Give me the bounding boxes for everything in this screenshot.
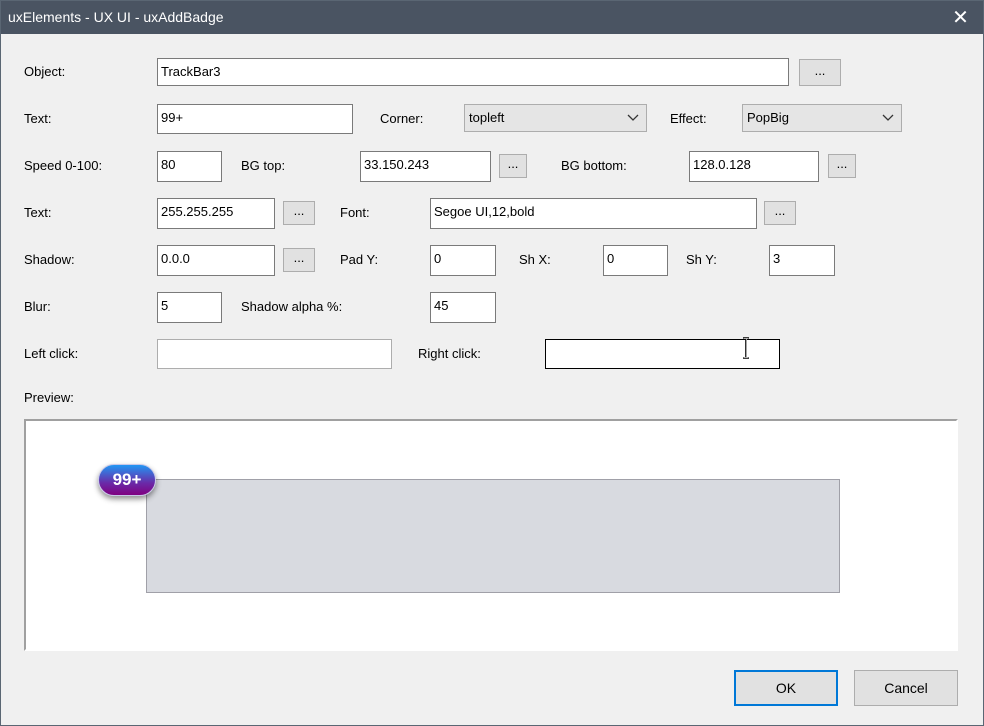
rightclick-label: Right click: xyxy=(418,346,481,361)
shadow-alpha-label: Shadow alpha %: xyxy=(241,299,343,314)
text-field[interactable]: 99+ xyxy=(157,104,353,134)
corner-label: Corner: xyxy=(380,111,424,126)
speed-label: Speed 0-100: xyxy=(24,158,103,173)
speed-field[interactable]: 80 xyxy=(157,151,222,182)
chevron-down-icon xyxy=(882,114,894,121)
object-field[interactable]: TrackBar3 xyxy=(157,58,789,86)
text-label: Text: xyxy=(24,111,52,126)
shy-label: Sh Y: xyxy=(686,252,717,267)
textcolor-field[interactable]: 255.255.255 xyxy=(157,198,275,229)
bgbottom-color-button[interactable]: ... xyxy=(828,154,856,178)
bgbottom-field[interactable]: 128.0.128 xyxy=(689,151,819,182)
bgtop-color-button[interactable]: ... xyxy=(499,154,527,178)
bgbottom-label: BG bottom: xyxy=(561,158,627,173)
preview-area: 99+ xyxy=(24,419,958,651)
object-browse-button[interactable]: ... xyxy=(799,59,841,86)
shadow-field[interactable]: 0.0.0 xyxy=(157,245,275,276)
font-button[interactable]: ... xyxy=(764,201,796,225)
shadow-alpha-field[interactable]: 45 xyxy=(430,292,496,323)
object-label: Object: xyxy=(24,64,66,79)
shadow-label: Shadow: xyxy=(24,252,75,267)
text-cursor-icon xyxy=(743,337,749,359)
close-icon[interactable]: ✕ xyxy=(938,1,983,34)
bgtop-field[interactable]: 33.150.243 xyxy=(360,151,491,182)
shx-field[interactable]: 0 xyxy=(603,245,668,276)
ok-button[interactable]: OK xyxy=(734,670,838,706)
effect-select-value: PopBig xyxy=(747,110,789,125)
leftclick-field[interactable] xyxy=(157,339,392,369)
cancel-button[interactable]: Cancel xyxy=(854,670,958,706)
blur-label: Blur: xyxy=(24,299,51,314)
font-field[interactable]: Segoe UI,12,bold xyxy=(430,198,757,229)
corner-select-value: topleft xyxy=(469,110,505,125)
window-title: uxElements - UX UI - uxAddBadge xyxy=(8,9,224,25)
shx-label: Sh X: xyxy=(519,252,551,267)
effect-select[interactable]: PopBig xyxy=(742,104,902,132)
leftclick-label: Left click: xyxy=(24,346,79,361)
font-label: Font: xyxy=(340,205,370,220)
corner-select[interactable]: topleft xyxy=(464,104,647,132)
bgtop-label: BG top: xyxy=(241,158,286,173)
preview-label: Preview: xyxy=(24,390,74,405)
pady-label: Pad Y: xyxy=(340,252,379,267)
blur-field[interactable]: 5 xyxy=(157,292,222,323)
textcolor-label: Text: xyxy=(24,205,52,220)
pady-field[interactable]: 0 xyxy=(430,245,496,276)
effect-label: Effect: xyxy=(670,111,707,126)
title-bar: uxElements - UX UI - uxAddBadge ✕ xyxy=(1,1,983,34)
preview-target-panel xyxy=(146,479,840,593)
shadow-color-button[interactable]: ... xyxy=(283,248,315,272)
textcolor-button[interactable]: ... xyxy=(283,201,315,225)
chevron-down-icon xyxy=(627,114,639,121)
preview-badge: 99+ xyxy=(98,464,156,496)
shy-field[interactable]: 3 xyxy=(769,245,835,276)
